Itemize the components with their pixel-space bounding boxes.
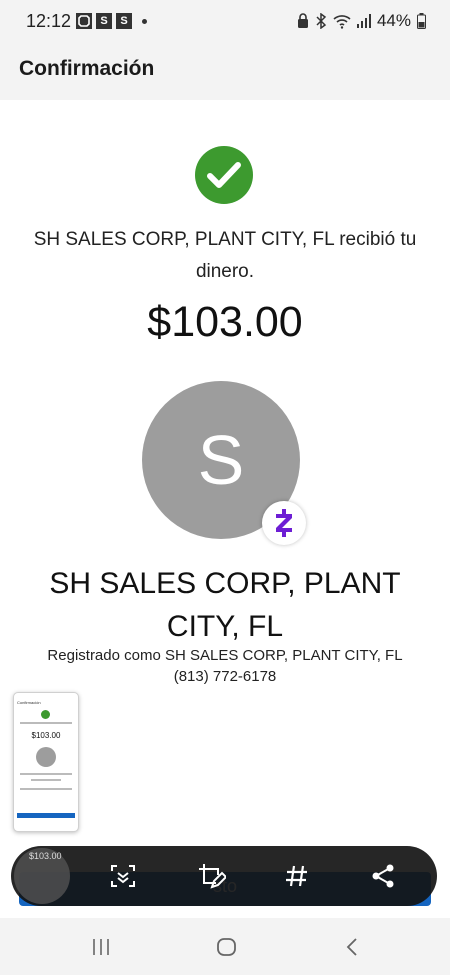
status-time: 12:12: [26, 11, 72, 31]
thumbnail-avatar: [36, 747, 56, 767]
wifi-icon: [333, 15, 351, 29]
ghost-amount: $103.00: [29, 851, 62, 861]
recipient-name: SH SALES CORP, PLANT CITY, FL: [49, 567, 401, 643]
recent-apps-icon[interactable]: [86, 932, 116, 962]
s-app-icon-2: S: [116, 13, 132, 29]
crop-edit-icon[interactable]: [195, 860, 227, 892]
system-navigation-bar: [0, 918, 450, 975]
thumbnail-amount: $103.00: [31, 731, 61, 740]
scroll-capture-icon[interactable]: [107, 860, 139, 892]
back-icon[interactable]: [338, 932, 368, 962]
battery-icon: [417, 13, 426, 29]
recipient-phone: (813) 772-6178: [173, 668, 277, 685]
lock-icon: [297, 13, 308, 28]
chase-app-icon: [76, 13, 92, 29]
system-icons: 44%: [297, 11, 426, 31]
registered-as-text: Registrado como SH SALES CORP, PLANT CIT…: [47, 647, 403, 664]
notification-icons: S S: [76, 13, 147, 29]
bluetooth-icon: [316, 13, 327, 29]
hashtag-icon[interactable]: [281, 860, 313, 892]
signal-icon: [356, 14, 371, 28]
status-bar: 12:12 S S 44%: [0, 0, 450, 44]
share-icon[interactable]: [367, 860, 399, 892]
thumbnail-text-line: [20, 788, 72, 790]
home-icon[interactable]: [212, 932, 242, 962]
battery-percent: 44%: [376, 11, 411, 30]
s-app-icon-1: S: [96, 13, 112, 29]
amount-sent: $103.00: [147, 298, 303, 346]
thumbnail-title: Confirmación: [17, 700, 41, 705]
page-title: Confirmación: [19, 57, 155, 80]
screenshot-thumbnail[interactable]: Confirmación $103.00: [13, 692, 79, 832]
success-check-icon: [195, 146, 253, 204]
avatar-letter: S: [197, 421, 245, 499]
thumbnail-check-icon: [41, 710, 50, 719]
app-bar: Confirmación: [0, 44, 450, 100]
thumbnail-text-line: [20, 722, 72, 724]
screenshot-toolbar: [11, 846, 437, 906]
more-notifications-icon: [142, 18, 147, 24]
thumbnail-button: [17, 813, 75, 818]
thumbnail-text-line: [20, 773, 72, 775]
zelle-icon: [262, 501, 306, 545]
confirmation-message: SH SALES CORP, PLANT CITY, FL recibió tu…: [33, 229, 417, 282]
thumbnail-text-line: [31, 779, 61, 781]
